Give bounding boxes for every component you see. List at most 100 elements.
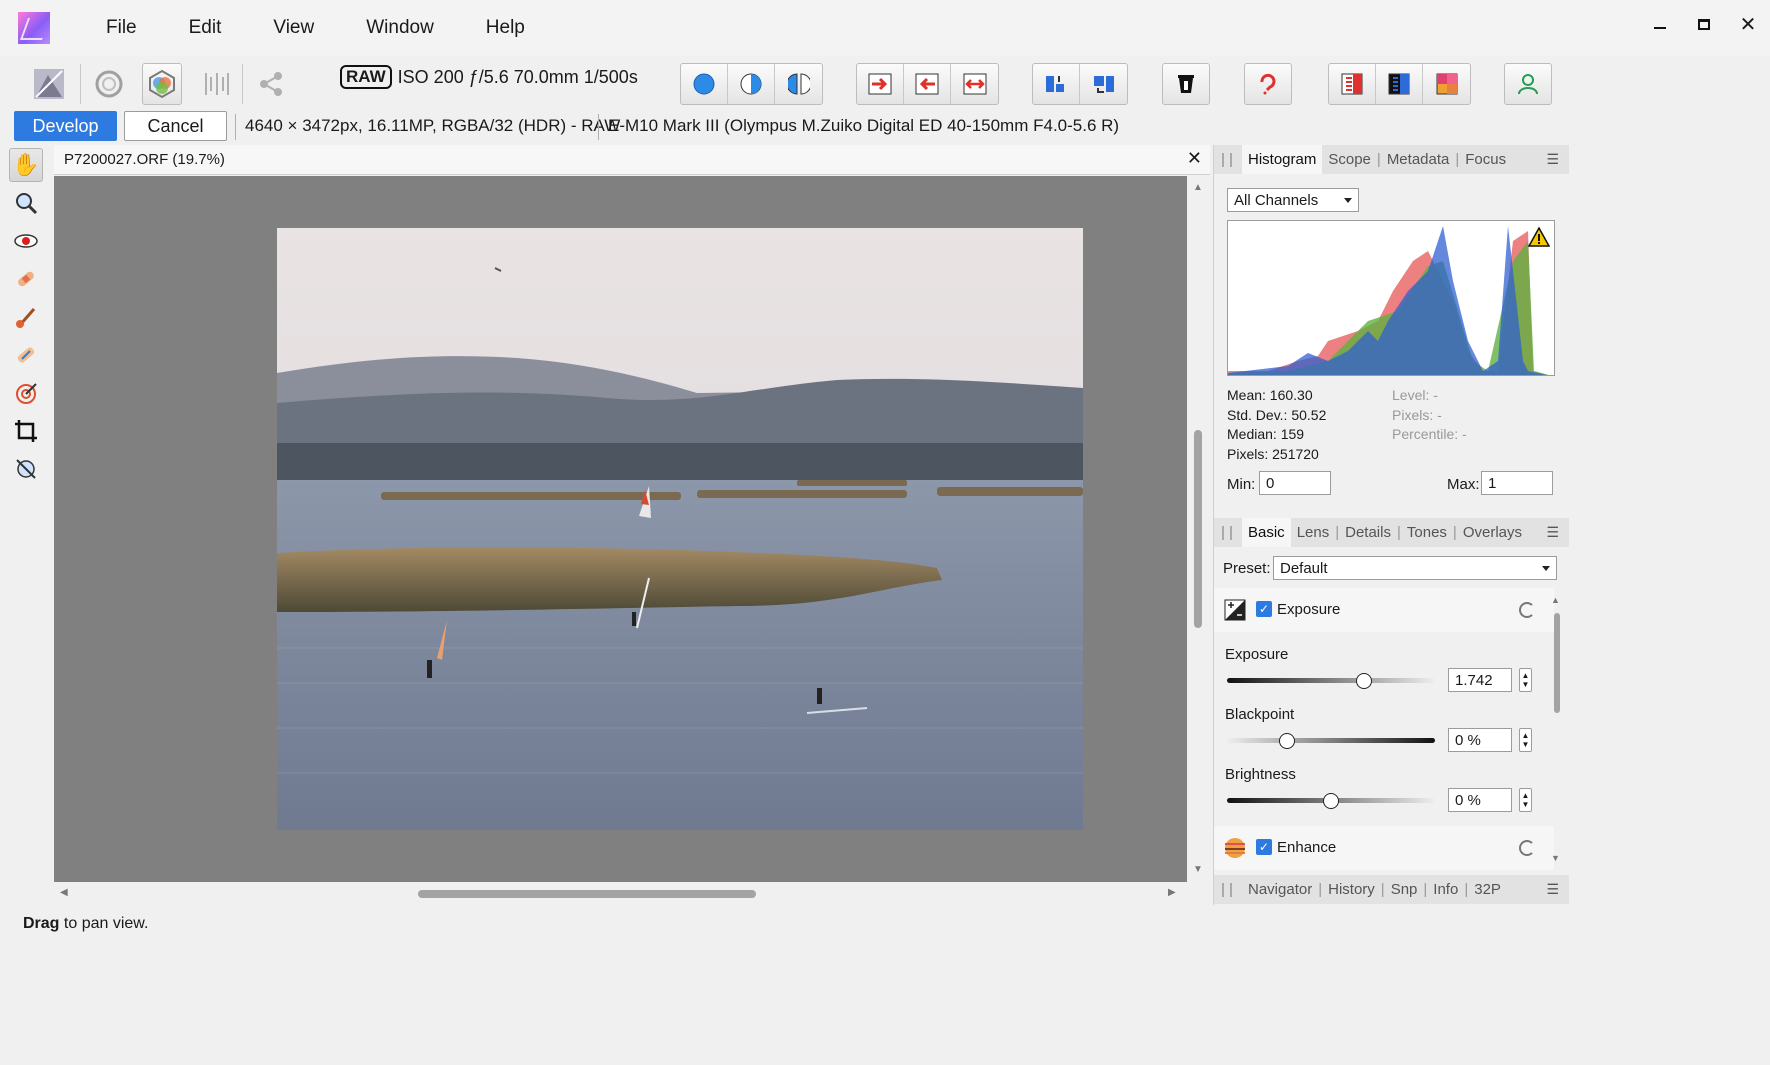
min-input[interactable]: 0 [1259,471,1331,495]
swap-button[interactable] [951,64,998,104]
reset-icon[interactable] [1519,602,1535,618]
red-eye-tool[interactable] [9,224,43,258]
show-clipped-tones-button[interactable] [1423,64,1470,104]
max-input[interactable]: 1 [1481,471,1553,495]
cancel-button[interactable]: Cancel [124,111,227,141]
exposure-checkbox[interactable]: ✓ [1256,601,1272,617]
split-horizontal-button[interactable] [1033,64,1080,104]
minimize-button[interactable] [1638,0,1682,48]
channel-select[interactable]: All Channels [1227,188,1359,212]
brightness-slider-knob[interactable] [1323,793,1339,809]
spin-up-icon: ▲ [1521,731,1530,740]
liquify-persona-button[interactable] [88,63,130,105]
slider-label: Blackpoint [1225,706,1295,723]
single-view-button[interactable] [681,64,728,104]
close-document-icon[interactable]: ✕ [1187,148,1202,169]
menu-window[interactable]: Window [340,17,460,39]
scroll-left-icon[interactable]: ◀ [60,887,68,898]
clipping-button[interactable] [1162,63,1210,105]
vertical-scroll-thumb[interactable] [1194,430,1202,628]
show-clipped-shadows-button[interactable] [1329,64,1376,104]
tab-histogram[interactable]: Histogram [1242,145,1323,174]
tab-overlays[interactable]: Overlays [1457,520,1528,545]
enhance-section-header[interactable]: ✓ Enhance [1214,826,1554,870]
gradient-tool[interactable] [9,376,43,410]
tab-focus[interactable]: Focus [1459,147,1512,172]
develop-persona-button[interactable] [142,63,182,105]
brush-tool[interactable] [9,300,43,334]
exposure-spinner[interactable]: ▲ ▼ [1519,668,1532,692]
menu-edit[interactable]: Edit [163,17,248,39]
tab-navigator[interactable]: Navigator [1242,877,1318,902]
menu-help[interactable]: Help [460,17,551,39]
tab-metadata[interactable]: Metadata [1381,147,1456,172]
scroll-right-icon[interactable]: ▶ [1168,887,1176,898]
panel-grip-icon[interactable] [1222,525,1232,540]
mirror-view-button[interactable] [775,64,822,104]
channel-select-value: All Channels [1234,191,1319,209]
scroll-down-icon[interactable]: ▼ [1193,864,1203,875]
brightness-value-input[interactable]: 0 % [1448,788,1512,812]
menu-file[interactable]: File [80,17,163,39]
close-icon: ✕ [1739,13,1757,36]
help-button[interactable] [1244,63,1292,105]
erase-brush-tool[interactable] [9,338,43,372]
white-balance-tool[interactable] [9,452,43,486]
panel-grip-icon[interactable] [1222,152,1232,167]
tab-scope[interactable]: Scope [1322,147,1377,172]
stat-level: Level: - [1392,387,1438,403]
tab-history[interactable]: History [1322,877,1381,902]
develop-button[interactable]: Develop [14,111,117,141]
assistant-button[interactable] [1504,63,1552,105]
crop-tool[interactable] [9,414,43,448]
close-window-button[interactable]: ✕ [1726,0,1770,48]
tab-lens[interactable]: Lens [1291,520,1336,545]
maximize-button[interactable] [1682,0,1726,48]
develop-panel-scrollbar[interactable]: ▲ ▼ [1550,595,1564,869]
apply-right-button[interactable] [857,64,904,104]
exposure-value-input[interactable]: 1.742 [1448,668,1512,692]
tab-basic[interactable]: Basic [1242,518,1291,547]
blackpoint-slider-knob[interactable] [1279,733,1296,749]
vertical-scrollbar[interactable]: ▲ ▼ [1187,176,1210,882]
zoom-tool[interactable] [9,186,43,220]
tab-info[interactable]: Info [1427,877,1464,902]
status-rest-text: to pan view. [59,915,149,932]
tab-snapshots[interactable]: Snp [1385,877,1424,902]
horizontal-scrollbar[interactable]: ◀ ▶ [54,882,1187,906]
panel-menu-icon[interactable]: ☰ [1546,881,1559,898]
blemish-tool[interactable] [9,262,43,296]
photo-persona-button[interactable] [28,63,70,105]
horizontal-scroll-thumb[interactable] [418,890,756,898]
blackpoint-slider[interactable] [1227,738,1435,743]
exposure-section-header[interactable]: ✓ Exposure [1214,588,1554,632]
split-view-button[interactable] [728,64,775,104]
reset-icon[interactable] [1519,840,1535,856]
document-tab[interactable]: P7200027.ORF (19.7%) ✕ [54,145,1210,175]
exposure-slider-knob[interactable] [1356,673,1373,689]
preset-select[interactable]: Default [1273,556,1557,580]
apply-left-button[interactable] [904,64,951,104]
split-vertical-button[interactable] [1080,64,1127,104]
scroll-up-icon[interactable]: ▲ [1193,182,1203,193]
brightness-spinner[interactable]: ▲ ▼ [1519,788,1532,812]
scroll-up-icon[interactable]: ▲ [1551,595,1560,605]
show-clipped-highlights-button[interactable] [1376,64,1423,104]
tab-32p[interactable]: 32P [1468,877,1507,902]
panel-menu-icon[interactable]: ☰ [1546,151,1559,168]
enhance-checkbox[interactable]: ✓ [1256,839,1272,855]
blackpoint-value-input[interactable]: 0 % [1448,728,1512,752]
panel-grip-icon[interactable] [1222,882,1232,897]
panel-scroll-thumb[interactable] [1554,613,1560,713]
tone-mapping-persona-button[interactable] [196,63,238,105]
tab-details[interactable]: Details [1339,520,1397,545]
exposure-slider[interactable] [1227,678,1435,683]
blackpoint-spinner[interactable]: ▲ ▼ [1519,728,1532,752]
scroll-down-icon[interactable]: ▼ [1551,853,1560,863]
menu-view[interactable]: View [247,17,340,39]
export-persona-button[interactable] [250,63,292,105]
canvas[interactable] [54,176,1187,882]
view-tool[interactable]: ✋ [9,148,43,182]
panel-menu-icon[interactable]: ☰ [1546,524,1559,541]
tab-tones[interactable]: Tones [1401,520,1453,545]
